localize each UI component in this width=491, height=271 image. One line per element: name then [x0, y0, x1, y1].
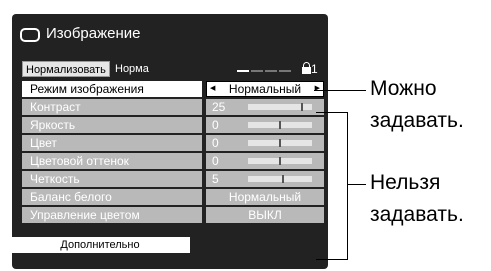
setting-label: Четкость [22, 171, 202, 187]
settings-list: Режим изображения ◀ Нормальный ▶ Контраст 25 Я… [22, 81, 324, 225]
slider-knob [279, 139, 281, 147]
setting-label: Цветовой оттенок [22, 153, 202, 169]
setting-value-number: 0 [212, 136, 219, 150]
slider-knob [301, 103, 303, 111]
setting-row: Цвет 0 [22, 135, 324, 151]
setting-slider [248, 103, 312, 111]
callout-line-settable [314, 90, 366, 91]
setting-value-text: Нормальный [228, 82, 302, 96]
setting-slider [248, 121, 312, 129]
setting-value[interactable]: ◀ Нормальный ▶ [206, 81, 324, 97]
setting-slider [248, 157, 312, 165]
bracket-top [316, 112, 347, 113]
top-bar: Нормализовать Норма 1 [22, 61, 324, 77]
setting-value-number: 0 [212, 154, 219, 168]
normalize-button[interactable]: Нормализовать [22, 61, 110, 77]
tv-screen-icon [20, 28, 40, 42]
setting-label: Баланс белого [22, 189, 202, 205]
advanced-button[interactable]: Дополнительно [10, 237, 190, 253]
bracket-vertical [347, 112, 348, 260]
lock-number: 1 [311, 62, 318, 76]
setting-label: Яркость [22, 117, 202, 133]
setting-value: 0 [206, 117, 324, 133]
callout-locked-line2: задавать. [370, 203, 464, 226]
setting-value: 0 [206, 135, 324, 151]
menu-title: Изображение [20, 23, 320, 45]
setting-value: 5 [206, 171, 324, 187]
setting-slider [248, 139, 312, 147]
callout-settable-line2: задавать. [370, 109, 464, 132]
bracket-bottom [316, 259, 347, 260]
setting-slider [248, 175, 312, 183]
setting-label: Управление цветом [22, 207, 202, 223]
callout-line-locked [347, 184, 366, 185]
setting-row: Контраст 25 [22, 99, 324, 115]
setting-row[interactable]: Режим изображения ◀ Нормальный ▶ [22, 81, 324, 97]
setting-value-number: 5 [212, 172, 219, 186]
slider-knob [279, 157, 281, 165]
setting-row: Управление цветом ВЫКЛ [22, 207, 324, 223]
setting-label: Контраст [22, 99, 202, 115]
picture-menu-panel: Изображение Нормализовать Норма 1 Режим … [12, 14, 328, 269]
setting-label: Режим изображения [22, 81, 202, 97]
callout-locked-line1: Нельзя [370, 171, 441, 194]
slider-knob [279, 121, 281, 129]
setting-value-number: 25 [212, 100, 226, 114]
setting-label: Цвет [22, 135, 202, 151]
setting-value: 0 [206, 153, 324, 169]
callout-locked: Нельзя задавать. [370, 170, 464, 228]
callout-settable: Можно задавать. [370, 76, 464, 134]
arrow-left-icon[interactable]: ◀ [210, 82, 215, 96]
normal-label: Норма [115, 63, 149, 75]
setting-value: 25 [206, 99, 324, 115]
menu-title-text: Изображение [46, 25, 141, 42]
setting-row: Четкость 5 [22, 171, 324, 187]
arrow-right-icon[interactable]: ▶ [315, 82, 320, 96]
callout-settable-line1: Можно [370, 77, 437, 100]
slider-knob [282, 175, 284, 183]
setting-value-number: 0 [212, 118, 219, 132]
setting-row: Баланс белого Нормальный [22, 189, 324, 205]
setting-value: ВЫКЛ [206, 207, 324, 223]
setting-row: Цветовой оттенок 0 [22, 153, 324, 169]
setting-row: Яркость 0 [22, 117, 324, 133]
lock-icon [302, 62, 311, 74]
setting-value: Нормальный [206, 189, 324, 205]
lock-indicator: 1 [302, 61, 318, 77]
